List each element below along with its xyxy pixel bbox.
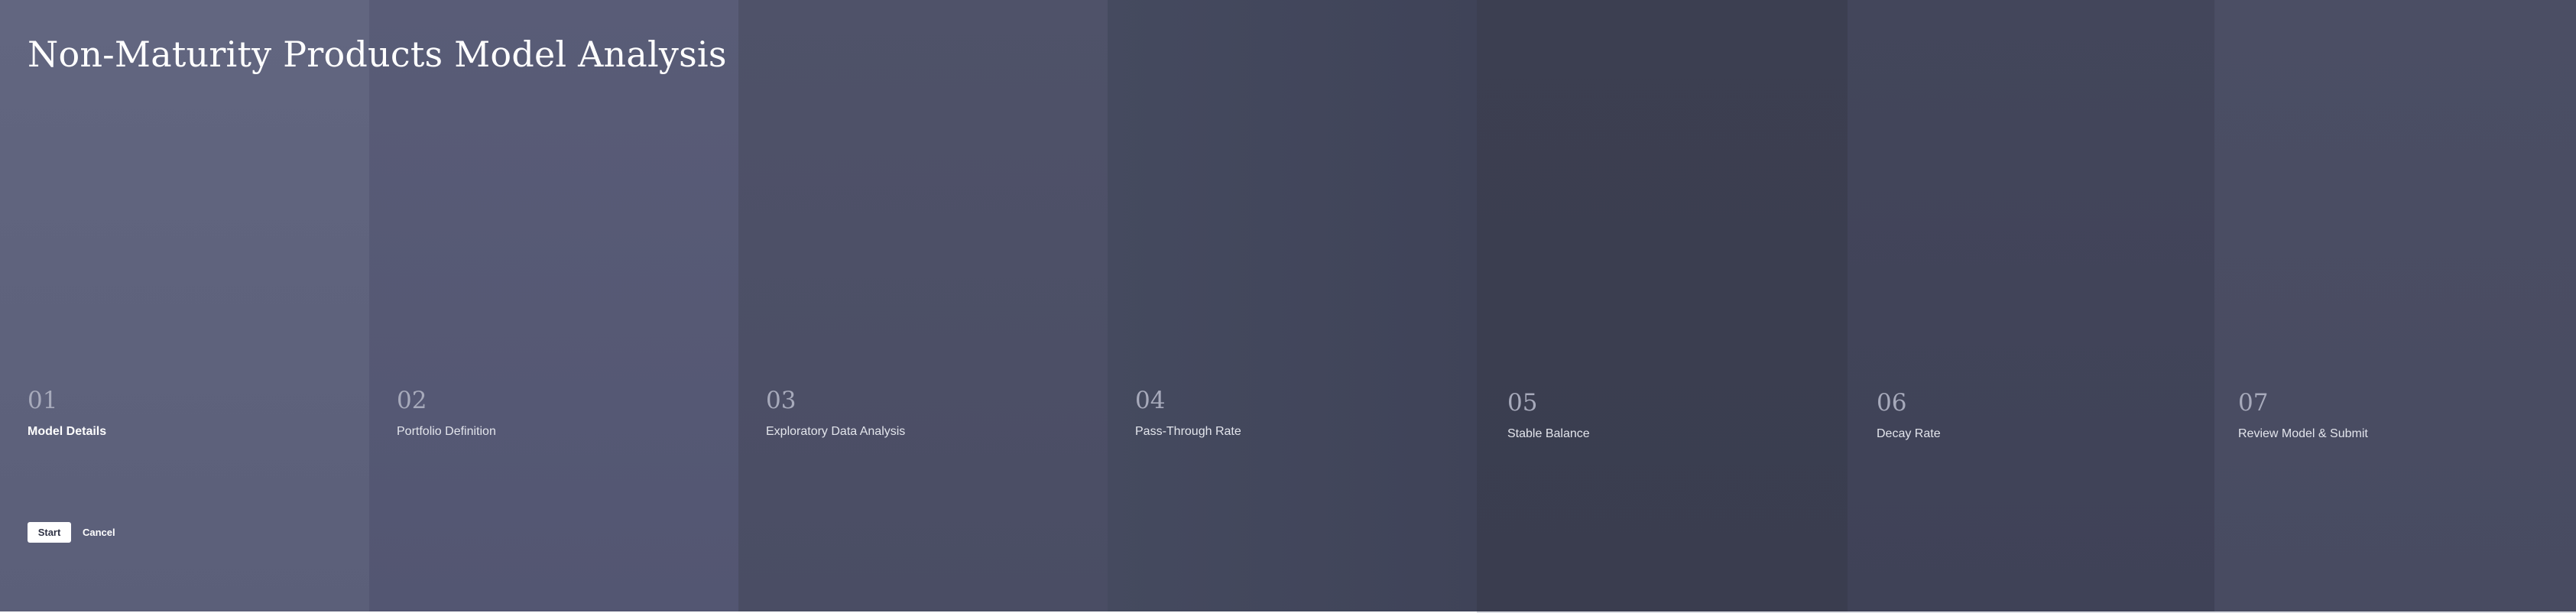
step-number-3: 03	[766, 387, 796, 414]
step-number-7: 07	[2238, 389, 2269, 417]
step-label-review-model-submit: Review Model & Submit	[2238, 427, 2368, 440]
step-label-model-details: Model Details	[28, 425, 107, 438]
step-panel-2[interactable]	[369, 0, 738, 611]
step-label-portfolio-definition: Portfolio Definition	[397, 425, 496, 438]
step-number-1: 01	[28, 387, 58, 414]
step-label-stable-balance: Stable Balance	[1507, 427, 1590, 440]
step-number-6: 06	[1877, 389, 1907, 417]
step-number-2: 02	[397, 387, 427, 414]
step-panel-7[interactable]	[2214, 0, 2576, 611]
step-label-decay-rate: Decay Rate	[1877, 427, 1941, 440]
step-panel-1[interactable]	[0, 0, 369, 611]
step-panel-3[interactable]	[738, 0, 1108, 611]
step-label-exploratory-data-analysis: Exploratory Data Analysis	[766, 425, 906, 438]
cancel-button[interactable]: Cancel	[79, 522, 118, 543]
step-label-pass-through-rate: Pass-Through Rate	[1135, 425, 1241, 438]
start-button[interactable]: Start	[28, 522, 71, 543]
page-title: Non-Maturity Products Model Analysis	[28, 34, 727, 75]
step-number-4: 04	[1135, 387, 1166, 414]
wizard-stage: Non-Maturity Products Model Analysis 01 …	[0, 0, 2576, 611]
step-number-5: 05	[1507, 389, 1538, 417]
step-panel-5[interactable]	[1477, 0, 1848, 611]
step-panel-6[interactable]	[1848, 0, 2214, 611]
step-panel-4[interactable]	[1108, 0, 1477, 611]
